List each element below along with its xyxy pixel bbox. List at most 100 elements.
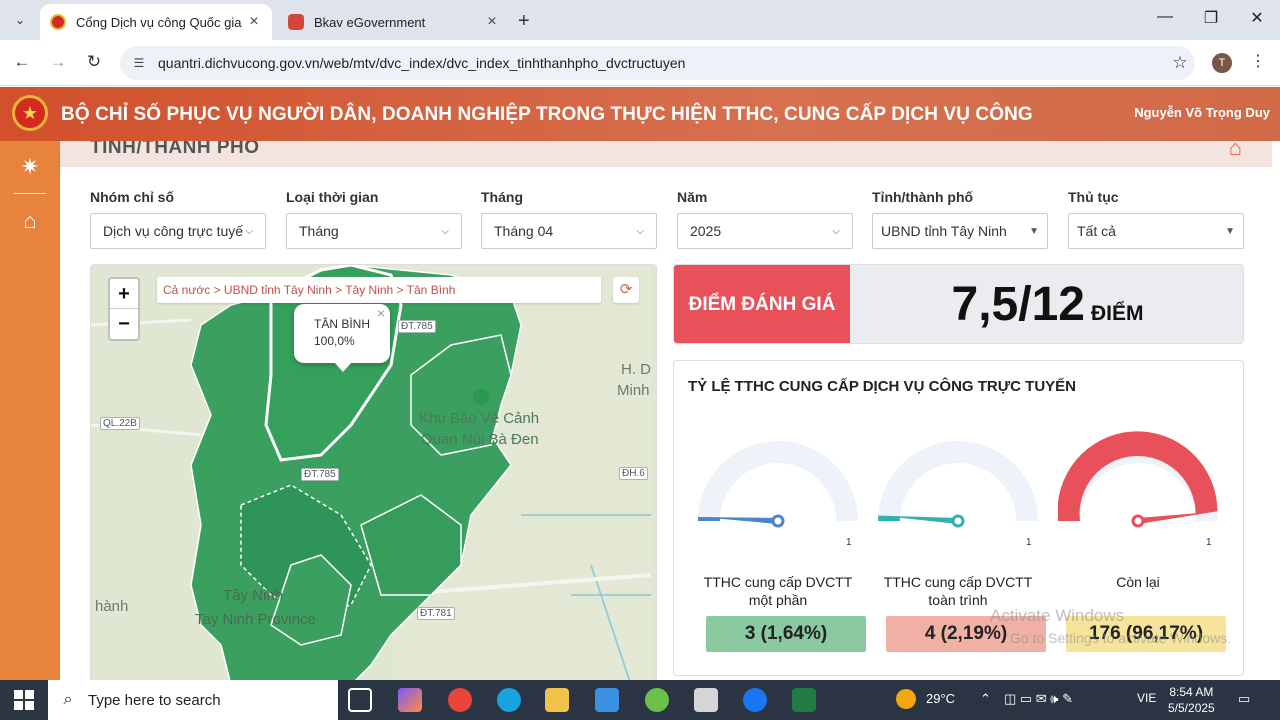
tab-title: Cổng Dịch vụ công Quốc gia [76, 14, 242, 30]
filter-label: Tháng [481, 189, 523, 205]
select-value: Tất cả [1077, 223, 1116, 239]
gauge-fill [1058, 431, 1218, 521]
copilot-icon[interactable] [398, 688, 422, 712]
map-panel[interactable]: QL.22B ĐT.785 ĐT.785 ĐH.6 ĐT.781 H. D Mi… [90, 264, 657, 680]
select-loai-thoi-gian[interactable]: Tháng ⌵ [286, 213, 462, 249]
select-thu-tuc[interactable]: Tất cả ▼ [1068, 213, 1244, 249]
close-window-button[interactable]: ✕ [1234, 8, 1280, 28]
weather-temp[interactable]: 29°C [926, 691, 955, 706]
restore-button[interactable]: ❐ [1188, 8, 1234, 28]
browser-tab-strip: ⌄ Cổng Dịch vụ công Quốc gia × Bkav eGov… [0, 0, 1280, 40]
map-breadcrumb[interactable]: Cả nước > UBND tỉnh Tây Ninh > Tây Ninh … [157, 277, 601, 303]
zalo-icon[interactable] [743, 688, 767, 712]
home-icon[interactable]: ⌂ [14, 205, 46, 237]
filter-tinh-thanh-pho: Tỉnh/thành phố UBND tỉnh Tây Ninh ▼ [872, 189, 1048, 249]
search-icon: ⌕ [63, 691, 73, 708]
zoom-out-button[interactable]: − [110, 309, 138, 339]
language-indicator[interactable]: VIE [1137, 691, 1156, 705]
browser-menu-icon[interactable]: ⋮ [1250, 51, 1266, 71]
app-icon[interactable] [645, 688, 669, 712]
caret-down-icon: ▼ [1225, 225, 1235, 237]
task-view-icon[interactable] [348, 688, 372, 712]
select-value: Tháng [299, 223, 339, 239]
forward-icon[interactable]: → [46, 52, 70, 72]
gauge-value-badge: 3 (1,64%) [706, 616, 866, 652]
score-value-area: 7,5/12 ĐIỂM [850, 265, 1243, 343]
bookmark-star-icon[interactable]: ☆ [1165, 53, 1195, 73]
close-icon[interactable]: × [377, 305, 385, 322]
minimize-button[interactable]: — [1142, 8, 1188, 26]
score-value: 7,5/12 [951, 278, 1085, 331]
map-label: Tay Ninh Province [195, 611, 316, 628]
zoom-in-button[interactable]: + [110, 279, 138, 309]
clock[interactable]: 8:54 AM 5/5/2025 [1168, 684, 1215, 716]
select-value: Dịch vụ công trực tuyế [103, 223, 244, 239]
filter-label: Năm [677, 189, 708, 205]
edge-icon[interactable] [497, 688, 521, 712]
map-popup: × TÂN BÌNH 100,0% [294, 304, 390, 363]
map-label: Quan Núi Bà Đen [421, 431, 539, 448]
select-nam[interactable]: 2025 ⌵ [677, 213, 853, 249]
gauge-max-label: 1 [1026, 537, 1032, 548]
app-icon[interactable] [694, 688, 718, 712]
map-label: H. D [621, 361, 651, 378]
tab-search-button[interactable]: ⌄ [8, 8, 32, 32]
gauge-mot-phan: 1 TTHC cung cấp DVCTT một phần 3 (1,64%) [694, 411, 866, 673]
gauge-track [878, 441, 1038, 521]
tab-dich-vu-cong[interactable]: Cổng Dịch vụ công Quốc gia × [40, 4, 272, 40]
gauge-caption: TTHC cung cấp DVCTT toàn trình [874, 573, 1042, 609]
section-bar: TỈNH/THÀNH PHỐ ⌂ [60, 141, 1272, 167]
gauge-max-label: 1 [846, 537, 852, 548]
url-text[interactable]: quantri.dichvucong.gov.vn/web/mtv/dvc_in… [158, 55, 1165, 71]
home-icon[interactable]: ⌂ [1229, 141, 1242, 161]
road-badge: ĐH.6 [619, 467, 648, 480]
address-bar[interactable]: ☰ quantri.dichvucong.gov.vn/web/mtv/dvc_… [120, 46, 1195, 80]
excel-icon[interactable] [792, 688, 816, 712]
store-icon[interactable] [595, 688, 619, 712]
popup-tip [334, 362, 352, 372]
section-title: TỈNH/THÀNH PHỐ [90, 141, 260, 158]
tray-chevron-icon[interactable]: ⌃ [980, 691, 991, 707]
tray-icons[interactable]: ◫ ▭ ✉ 🕪 ✎ [1004, 691, 1073, 707]
refresh-icon[interactable]: ⟳ [613, 277, 639, 303]
back-icon[interactable]: ← [10, 52, 34, 72]
reload-icon[interactable]: ↻ [82, 52, 106, 72]
filter-label: Nhóm chỉ số [90, 189, 175, 205]
close-tab-icon[interactable]: × [484, 13, 500, 31]
road-badge: ĐT.781 [417, 607, 455, 620]
road-badge: ĐT.785 [398, 320, 436, 333]
main-content: TỈNH/THÀNH PHỐ ⌂ Nhóm chỉ số Dịch vụ côn… [60, 141, 1272, 680]
filter-label: Tỉnh/thành phố [872, 189, 974, 205]
score-unit: ĐIỂM [1090, 302, 1144, 325]
site-info-icon[interactable]: ☰ [128, 56, 150, 70]
gauge-caption: Còn lại [1054, 573, 1222, 591]
tab-bkav[interactable]: Bkav eGovernment × [278, 4, 510, 40]
filter-nam: Năm 2025 ⌵ [677, 189, 853, 249]
map-label: Khu Bảo Vệ Cảnh [419, 410, 540, 427]
profile-avatar[interactable]: T [1212, 53, 1232, 73]
ratio-title: TỶ LỆ TTHC CUNG CẤP DỊCH VỤ CÔNG TRỰC TU… [688, 378, 1077, 395]
score-card: ĐIỂM ĐÁNH GIÁ 7,5/12 ĐIỂM [673, 264, 1244, 344]
select-thang[interactable]: Tháng 04 ⌵ [481, 213, 657, 249]
close-tab-icon[interactable]: × [246, 13, 262, 31]
sidebar: ✷ ⌂ [0, 141, 60, 680]
road-badge: ĐT.785 [301, 468, 339, 481]
gauge-chart [698, 441, 858, 528]
weather-icon[interactable] [896, 689, 916, 709]
chrome-icon[interactable] [448, 688, 472, 712]
windows-start-icon[interactable] [14, 690, 34, 710]
taskbar-search[interactable]: ⌕ Type here to search [48, 680, 338, 720]
page-header: ★ BỘ CHỈ SỐ PHỤC VỤ NGƯỜI DÂN, DOANH NGH… [0, 87, 1280, 141]
select-tinh-thanh-pho[interactable]: UBND tỉnh Tây Ninh ▼ [872, 213, 1048, 249]
notification-icon[interactable]: ▭ [1238, 691, 1250, 707]
file-explorer-icon[interactable] [545, 688, 569, 712]
select-value: 2025 [690, 223, 722, 239]
select-nhom-chi-so[interactable]: Dịch vụ công trực tuyế ⌵ [90, 213, 266, 249]
filter-loai-thoi-gian: Loại thời gian Tháng ⌵ [286, 189, 462, 249]
user-name[interactable]: Nguyễn Võ Trọng Duy [1134, 105, 1270, 120]
search-placeholder: Type here to search [88, 691, 221, 709]
new-tab-button[interactable]: + [518, 10, 530, 33]
compass-menu-icon[interactable]: ✷ [14, 151, 46, 183]
gauge-chart [878, 441, 1038, 528]
chevron-down-icon: ⌵ [832, 225, 840, 237]
